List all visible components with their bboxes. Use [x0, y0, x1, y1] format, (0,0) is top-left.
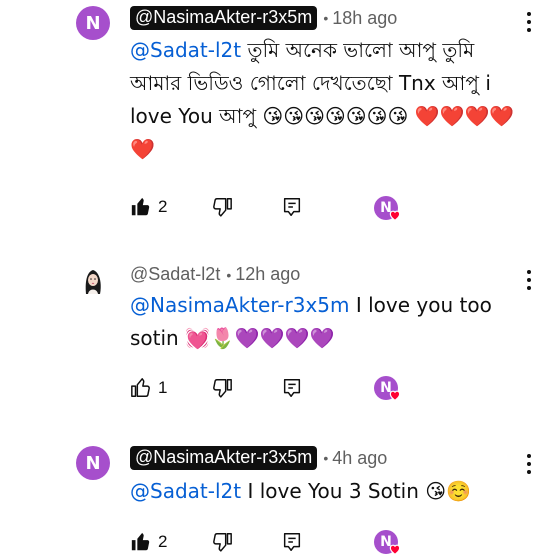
thumbs-down-icon	[213, 533, 233, 552]
comment-body: I love You 3 Sotin 😘☺️	[241, 479, 472, 503]
comment-actions: 1	[130, 373, 303, 403]
avatar[interactable]: N	[76, 6, 110, 40]
thumbs-up-icon	[131, 532, 150, 551]
thumbs-down-icon	[213, 379, 233, 398]
comment-text: @Sadat-l2t তুমি অনেক ভালো আপু তুমি আমার …	[130, 34, 530, 166]
reply-button[interactable]	[281, 196, 303, 218]
reply-icon	[284, 379, 301, 397]
separator-dot: •	[226, 266, 232, 283]
more-vert-icon[interactable]	[526, 12, 532, 36]
reply-button[interactable]	[281, 377, 303, 399]
author-handle[interactable]: @NasimaAkter-r3x5m	[130, 446, 318, 470]
author-handle[interactable]: @NasimaAkter-r3x5m	[130, 6, 318, 30]
reply-icon	[284, 533, 301, 551]
heart-icon	[389, 544, 401, 555]
comment-text: @NasimaAkter-r3x5m I love you too sotin …	[130, 289, 530, 355]
like-count: 2	[158, 532, 168, 551]
separator-dot: •	[323, 450, 329, 466]
reply-button[interactable]	[281, 531, 303, 553]
avatar[interactable]: N	[76, 446, 110, 480]
timestamp[interactable]: 12h ago	[235, 264, 300, 285]
comment-actions: 2	[130, 527, 303, 557]
mention-link[interactable]: @Sadat-l2t	[130, 38, 241, 62]
timestamp[interactable]: 18h ago	[332, 8, 397, 29]
like-button[interactable]: 2	[130, 531, 167, 553]
thumbs-up-icon	[131, 378, 150, 397]
author-handle[interactable]: @Sadat-l2t	[130, 264, 220, 285]
comment-text: @Sadat-l2t I love You 3 Sotin 😘☺️	[130, 475, 530, 508]
mention-link[interactable]: @Sadat-l2t	[130, 479, 241, 503]
dislike-button[interactable]	[211, 377, 233, 399]
comment-header: @NasimaAkter-r3x5m • 4h ago	[130, 446, 387, 470]
profile-photo-icon	[76, 264, 110, 298]
like-count: 1	[158, 378, 168, 397]
heart-icon	[389, 390, 401, 401]
separator-dot: •	[323, 10, 329, 26]
avatar[interactable]	[76, 264, 110, 298]
dislike-button[interactable]	[211, 531, 233, 553]
like-count: 2	[158, 197, 168, 216]
comment-header: @Sadat-l2t • 12h ago	[130, 264, 300, 285]
comment-actions: 2	[130, 192, 303, 222]
heart-icon	[389, 210, 401, 221]
timestamp[interactable]: 4h ago	[332, 448, 387, 469]
comment-header: @NasimaAkter-r3x5m • 18h ago	[130, 6, 397, 30]
like-button[interactable]: 1	[130, 377, 167, 399]
thumbs-down-icon	[213, 198, 233, 217]
like-button[interactable]: 2	[130, 196, 167, 218]
mention-link[interactable]: @NasimaAkter-r3x5m	[130, 293, 350, 317]
reply-icon	[284, 198, 301, 216]
dislike-button[interactable]	[211, 196, 233, 218]
thumbs-up-icon	[131, 197, 150, 216]
